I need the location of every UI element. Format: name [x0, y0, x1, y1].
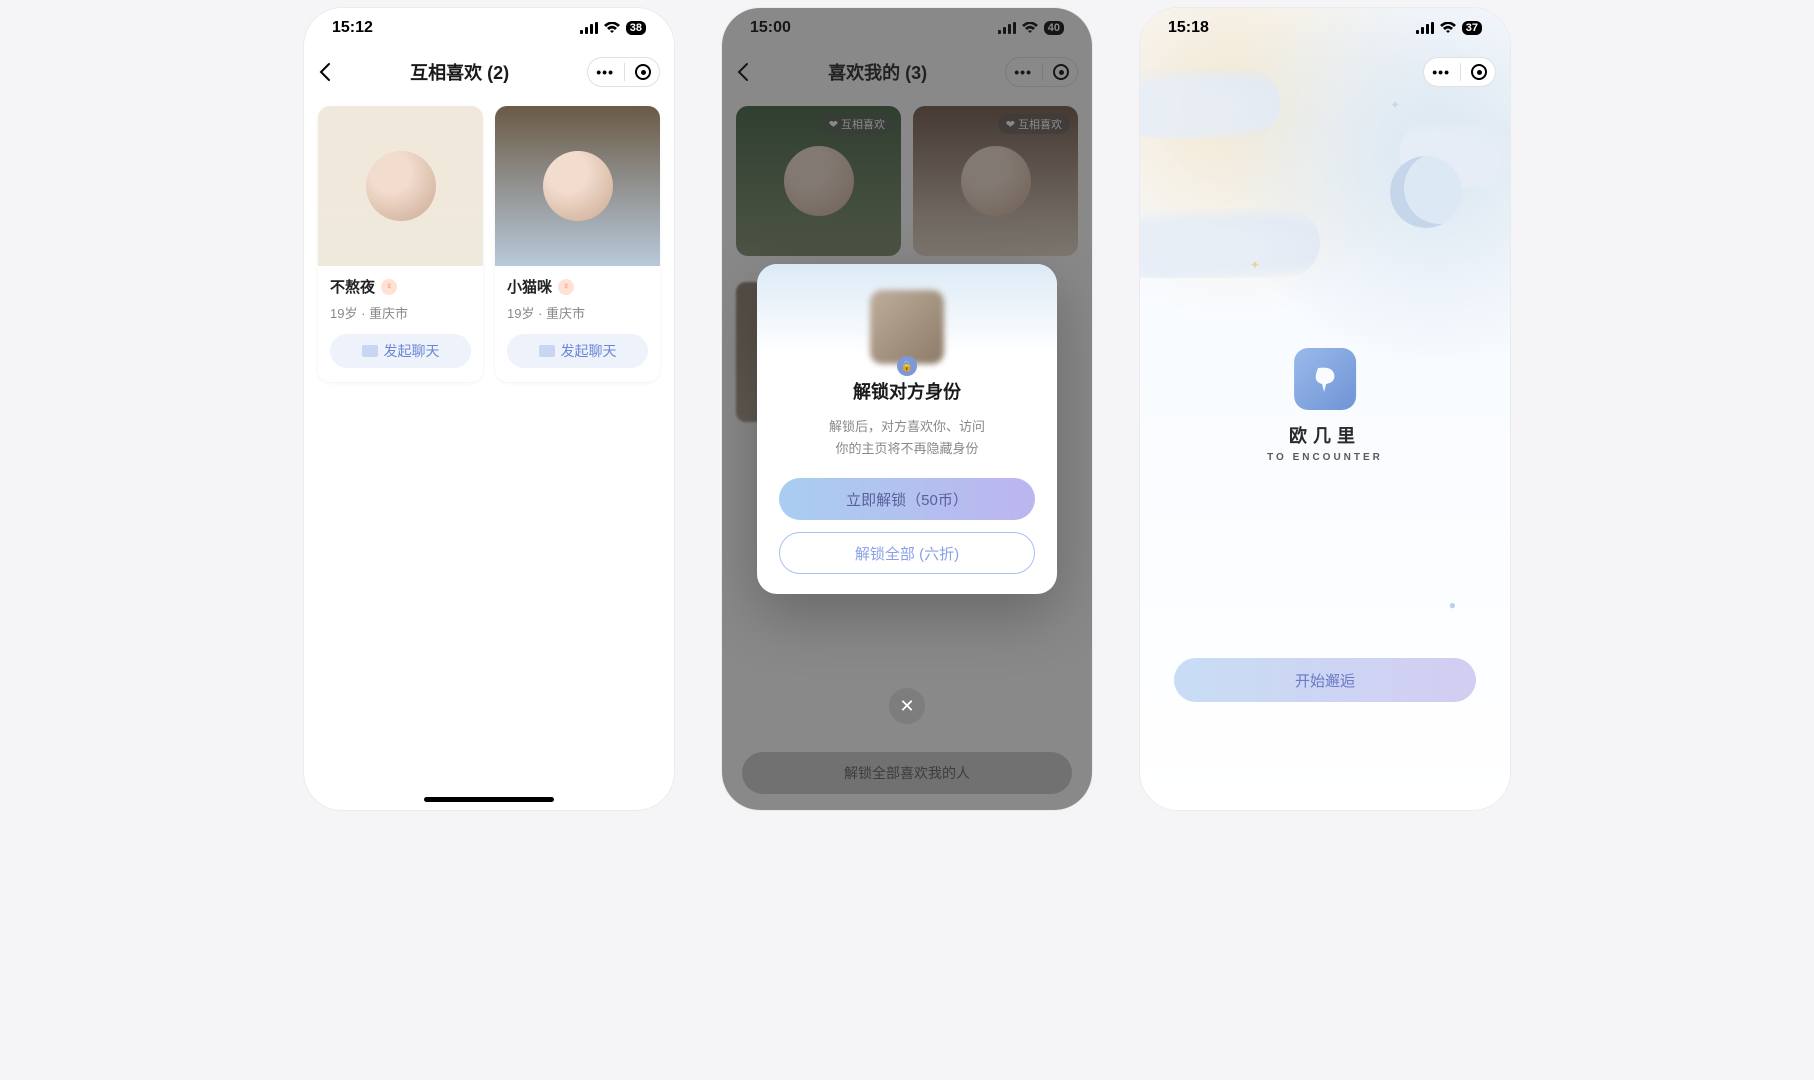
user-meta: 19岁 · 重庆市	[330, 303, 471, 322]
status-time: 15:18	[1168, 19, 1209, 37]
battery-icon: 38	[626, 21, 646, 35]
battery-icon: 37	[1462, 21, 1482, 35]
miniprogram-capsule[interactable]: •••	[587, 57, 660, 87]
status-icons: 37	[1416, 21, 1482, 35]
nav-bar: 互相喜欢 (2) •••	[304, 48, 674, 96]
home-indicator[interactable]	[424, 797, 554, 802]
status-icons: 38	[580, 21, 646, 35]
star-decoration: ●	[1449, 598, 1456, 612]
close-target-icon[interactable]	[635, 64, 651, 80]
unlock-modal: 🔒 解锁对方身份 解锁后，对方喜欢你、访问 你的主页将不再隐藏身份 立即解锁（5…	[757, 264, 1057, 594]
user-card-grid: 不熬夜 ♀ 19岁 · 重庆市 发起聊天 小猫咪 ♀	[304, 96, 674, 392]
more-icon[interactable]: •••	[596, 65, 614, 79]
user-photo[interactable]	[495, 106, 660, 266]
miniprogram-capsule[interactable]: •••	[1423, 57, 1496, 87]
signal-icon	[1416, 22, 1434, 34]
user-name: 不熬夜	[330, 276, 375, 297]
brand-name-en: TO ENCOUNTER	[1267, 452, 1383, 463]
user-meta: 19岁 · 重庆市	[507, 303, 648, 322]
lock-icon: 🔒	[897, 356, 917, 376]
status-time: 15:12	[332, 19, 373, 37]
signal-icon	[580, 22, 598, 34]
gender-female-icon: ♀	[558, 279, 574, 295]
gender-female-icon: ♀	[381, 279, 397, 295]
page-title: 互相喜欢 (2)	[332, 59, 587, 85]
user-photo[interactable]	[318, 106, 483, 266]
chat-icon	[362, 345, 378, 357]
start-chat-button[interactable]: 发起聊天	[507, 334, 648, 368]
modal-header	[757, 264, 1057, 354]
brand-block: 欧几里 TO ENCOUNTER	[1267, 348, 1383, 463]
unlock-all-discount-button[interactable]: 解锁全部 (六折)	[779, 532, 1035, 574]
star-decoration: ✦	[1250, 258, 1260, 272]
user-card[interactable]: 小猫咪 ♀ 19岁 · 重庆市 发起聊天	[495, 106, 660, 382]
start-chat-button[interactable]: 发起聊天	[330, 334, 471, 368]
nav-bar: •••	[1140, 48, 1510, 96]
brand-name-cn: 欧几里	[1267, 422, 1383, 448]
start-encounter-button[interactable]: 开始邂逅	[1174, 658, 1476, 702]
chevron-left-icon	[318, 62, 332, 82]
star-decoration: ✦	[1390, 98, 1400, 112]
screen-mutual-likes: 15:12 38 互相喜欢 (2) ••• 不熬夜 ♀	[304, 8, 674, 810]
modal-title: 解锁对方身份	[779, 378, 1035, 404]
status-bar: 15:18 37	[1140, 8, 1510, 48]
modal-close-button[interactable]: ✕	[889, 688, 925, 724]
locked-avatar	[870, 290, 944, 364]
close-target-icon[interactable]	[1471, 64, 1487, 80]
close-icon: ✕	[899, 696, 914, 717]
modal-description: 解锁后，对方喜欢你、访问 你的主页将不再隐藏身份	[779, 416, 1035, 460]
moon-icon	[1390, 156, 1462, 228]
wifi-icon	[604, 22, 620, 34]
back-button[interactable]	[318, 62, 332, 82]
cloud-decoration	[1140, 208, 1320, 278]
more-icon[interactable]: •••	[1432, 65, 1450, 79]
user-name: 小猫咪	[507, 276, 552, 297]
screen-splash: ✦ ✦ ● 15:18 37 ••• 欧几里 TO ENCOUNTER 开始邂逅	[1140, 8, 1510, 810]
chat-icon	[539, 345, 555, 357]
unlock-now-button[interactable]: 立即解锁（50币）	[779, 478, 1035, 520]
wifi-icon	[1440, 22, 1456, 34]
screen-likes-me: 15:00 40 喜欢我的 (3) •••	[722, 8, 1092, 810]
status-bar: 15:12 38	[304, 8, 674, 48]
app-logo-icon	[1294, 348, 1356, 410]
user-card[interactable]: 不熬夜 ♀ 19岁 · 重庆市 发起聊天	[318, 106, 483, 382]
